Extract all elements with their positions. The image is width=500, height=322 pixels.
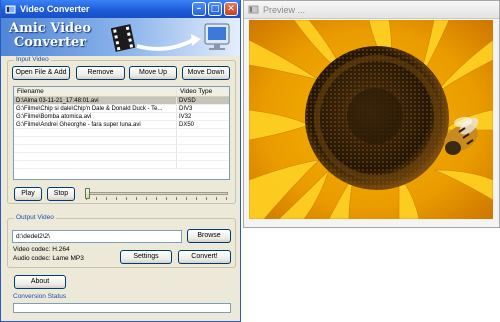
about-button[interactable]: About [14,275,66,289]
maximize-button[interactable]: □ [208,2,222,16]
row-filename: D:\Alma 03-11-21_17:48:01.avi [14,97,177,104]
open-file-add-button[interactable]: Open File & Add [12,66,70,80]
table-row[interactable]: D:\Alma 03-11-21_17:48:01.avi DVSD [14,97,229,105]
move-up-button[interactable]: Move Up [129,66,177,80]
remove-button[interactable]: Remove [76,66,125,80]
input-video-label: Input Video [14,56,51,63]
video-codec-label: Video codec: H.264 [13,246,70,253]
app-icon [5,4,16,15]
empty-row [14,137,229,145]
main-window: Video Converter – □ ✕ Amic Video Convert… [0,0,241,322]
conversion-status-label: Conversion Status [13,293,67,300]
row-video-type: DIV3 [179,106,193,112]
preview-titlebar[interactable]: Preview ... [244,1,499,19]
main-titlebar[interactable]: Video Converter – □ ✕ [1,0,240,18]
row-video-type: IV32 [179,114,192,120]
convert-button[interactable]: Convert! [178,250,231,264]
row-filename: G:\Filme\Bomba atomica.avi [14,113,177,120]
main-window-title: Video Converter [20,4,90,14]
play-button[interactable]: Play [14,187,42,201]
browse-button[interactable]: Browse [187,229,231,243]
input-file-list[interactable]: Filename Video Type D:\Alma 03-11-21_17:… [13,86,230,180]
move-down-button[interactable]: Move Down [182,66,230,80]
seek-thumb[interactable] [85,188,90,199]
minimize-button[interactable]: – [192,2,206,16]
film-to-monitor-graphic [111,23,230,52]
settings-button[interactable]: Settings [120,250,172,264]
output-video-label: Output Video [14,214,56,221]
stop-button[interactable]: Stop [47,187,75,201]
row-video-type: DVSD [179,98,196,104]
empty-row [14,129,229,137]
preview-window-title: Preview ... [263,4,306,15]
file-list-header: Filename Video Type [14,87,229,97]
column-header-video-type[interactable]: Video Type [177,87,229,96]
row-filename: G:\Filme\Andrei Gheorghe - fara super lu… [14,121,177,128]
preview-app-icon [248,4,259,15]
row-video-type: DX50 [179,122,195,128]
empty-row [14,145,229,153]
audio-codec-label: Audio codec: Lame MP3 [13,255,84,262]
column-header-filename[interactable]: Filename [14,87,177,96]
empty-row [14,153,229,161]
app-banner: Amic Video Converter [1,18,240,56]
seek-track [85,192,228,195]
table-row[interactable]: G:\Filme\Bomba atomica.avi IV32 [14,113,229,121]
row-filename: G:\Filme\Chip si dale\Chip'n Dale & Dona… [14,105,177,112]
table-row[interactable]: G:\Filme\Chip si dale\Chip'n Dale & Dona… [14,105,229,113]
app-logo: Amic Video Converter [9,21,92,50]
output-path-field[interactable]: d:\dedel2\2\ [12,230,182,243]
seek-slider[interactable] [83,188,230,200]
preview-image [249,20,493,219]
seek-ticks [86,197,227,200]
conversion-progress-bar [13,303,231,313]
close-button[interactable]: ✕ [224,2,238,16]
table-row[interactable]: G:\Filme\Andrei Gheorghe - fara super lu… [14,121,229,129]
empty-row [14,161,229,169]
